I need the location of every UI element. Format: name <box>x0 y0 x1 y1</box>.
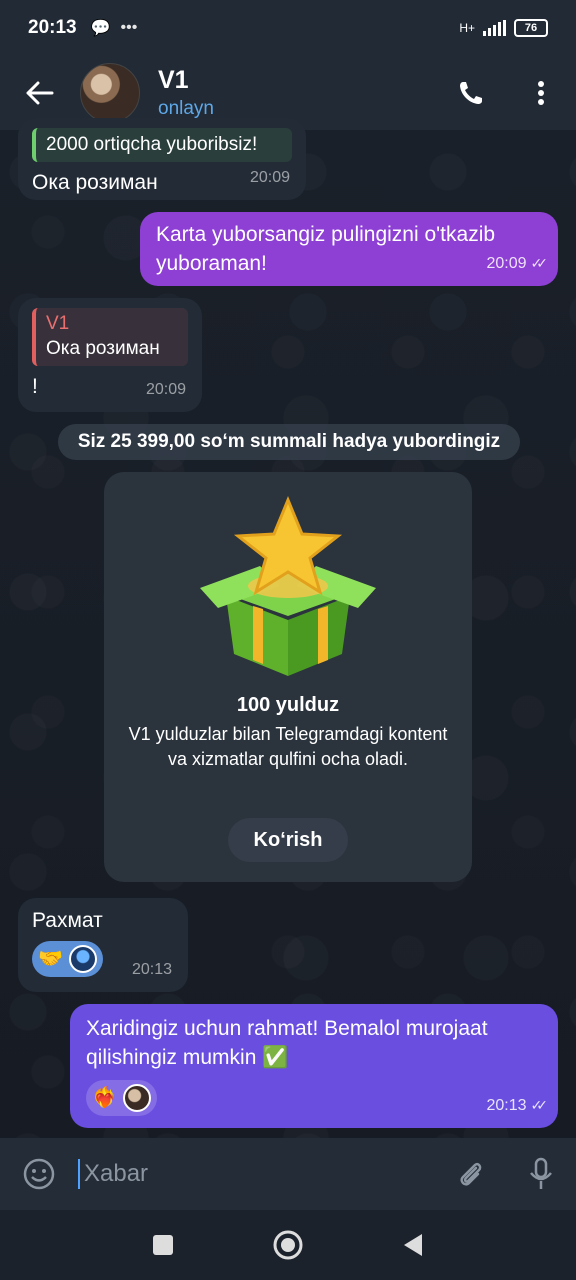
back-triangle-icon[interactable] <box>383 1215 443 1275</box>
recents-square-icon[interactable] <box>133 1215 193 1275</box>
chat-status: onlayn <box>158 98 214 119</box>
gift-title: 100 yulduz <box>236 694 340 716</box>
emoji-icon[interactable] <box>0 1138 78 1210</box>
message-time: 20:13 <box>486 1097 527 1114</box>
avatar[interactable] <box>80 63 140 123</box>
gift-card[interactable]: 100 yulduz V1 yulduzlar bilan Telegramda… <box>104 472 472 882</box>
message-bubble-incoming[interactable]: 2000 ortiqcha yuboribsiz! Ока розиман 20… <box>18 118 306 200</box>
message-time: 20:09 <box>145 381 186 398</box>
phone-icon[interactable] <box>436 56 506 130</box>
reactor-avatar <box>68 945 97 973</box>
network-type: H+ <box>459 21 475 35</box>
status-bar: 20:13 💬 ••• H+ 76 <box>0 0 576 56</box>
gift-box-star-icon <box>200 496 376 676</box>
message-time-row: 20:09 ✓✓ <box>486 249 549 278</box>
reaction-chip[interactable]: 🤝 <box>32 941 103 977</box>
handshake-reaction: 🤝 <box>38 947 63 970</box>
chat-title-box[interactable]: V1 onlayn <box>158 66 214 120</box>
reply-quote[interactable]: 2000 ortiqcha yuboribsiz! <box>32 128 292 162</box>
service-message: Siz 25 399,00 so‘m summali hadya yubordi… <box>58 424 520 460</box>
message-bubble-outgoing[interactable]: Karta yuborsangiz pulingizni o'tkazib yu… <box>140 212 558 286</box>
microphone-icon[interactable] <box>506 1138 576 1210</box>
quote-sender: V1 <box>46 313 70 334</box>
message-bubble-outgoing[interactable]: Xaridingiz uchun rahmat! Bemalol murojaa… <box>70 1004 558 1128</box>
message-input[interactable] <box>84 1138 436 1210</box>
quote-text: 2000 ortiqcha yuboribsiz! <box>46 134 258 155</box>
chat-bubble-icon: 💬 <box>90 20 111 37</box>
heart-fire-reaction: ❤️‍🔥 <box>92 1086 117 1109</box>
view-gift-button[interactable]: Ko‘rish <box>228 818 348 862</box>
message-text: Рахмат <box>32 909 103 932</box>
more-vertical-icon[interactable] <box>506 56 576 130</box>
message-time: 20:13 <box>131 961 172 978</box>
message-bubble-incoming[interactable]: V1 Ока розиман ! 20:09 <box>18 298 202 412</box>
quote-text: Ока розиман <box>46 338 160 359</box>
battery-icon: 76 <box>514 19 548 37</box>
message-bubble-incoming[interactable]: Рахмат 🤝 20:13 <box>18 898 188 992</box>
text-caret <box>78 1159 80 1189</box>
reaction-chip[interactable]: ❤️‍🔥 <box>86 1080 157 1116</box>
gift-description: V1 yulduzlar bilan Telegramdagi kontent … <box>128 724 448 769</box>
signal-icon <box>483 20 506 36</box>
home-circle-icon[interactable] <box>258 1215 318 1275</box>
battery-level: 76 <box>524 22 538 34</box>
message-time-row: 20:13 ✓✓ <box>486 1091 549 1120</box>
message-time: 20:09 <box>249 169 290 186</box>
header-actions <box>436 56 576 130</box>
double-check-icon: ✓✓ <box>530 1097 549 1113</box>
reply-quote[interactable]: V1 Ока розиман <box>32 308 188 366</box>
reactions-row: ❤️‍🔥 <box>86 1080 542 1116</box>
chat-title: V1 <box>158 66 189 94</box>
message-text: Karta yuborsangiz pulingizni o'tkazib yu… <box>156 223 496 275</box>
double-check-icon: ✓✓ <box>530 255 549 271</box>
more-dots-icon: ••• <box>120 19 138 36</box>
paperclip-icon[interactable] <box>436 1138 506 1210</box>
message-composer <box>0 1138 576 1210</box>
system-nav-bar <box>0 1210 576 1280</box>
reactor-avatar <box>122 1084 151 1112</box>
status-time: 20:13 <box>28 17 77 38</box>
status-right: H+ 76 <box>459 19 548 37</box>
message-time: 20:09 <box>486 255 527 272</box>
message-text: Xaridingiz uchun rahmat! Bemalol murojaa… <box>86 1017 488 1069</box>
